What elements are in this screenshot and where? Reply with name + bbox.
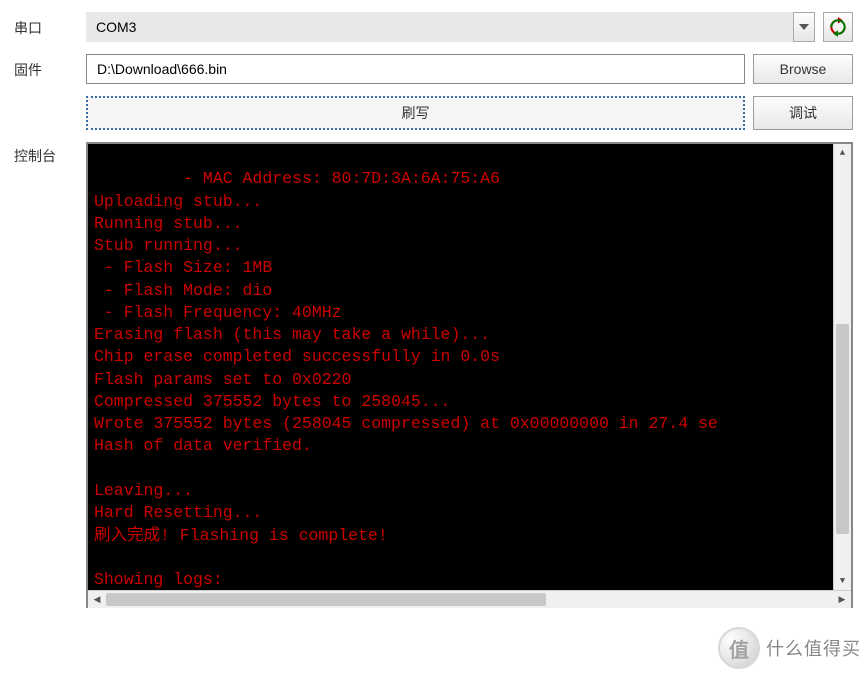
watermark-text: 什么值得买 (766, 635, 861, 661)
console-output[interactable]: - MAC Address: 80:7D:3A:6A:75:A6 Uploadi… (88, 144, 851, 590)
scroll-right-icon[interactable]: ▶ (833, 591, 851, 608)
port-select-value: COM3 (96, 19, 136, 35)
refresh-port-button[interactable] (823, 12, 853, 42)
vertical-scrollbar[interactable]: ▲ ▼ (833, 144, 851, 590)
console-container: - MAC Address: 80:7D:3A:6A:75:A6 Uploadi… (86, 142, 853, 608)
firmware-label: 固件 (14, 58, 74, 80)
watermark: 值 什么值得买 (718, 627, 861, 669)
port-select[interactable]: COM3 (86, 12, 815, 42)
scrollbar-thumb[interactable] (836, 324, 849, 534)
scroll-left-icon[interactable]: ◀ (88, 591, 106, 608)
flash-button[interactable]: 刷写 (86, 96, 745, 130)
dropdown-arrow-icon (793, 12, 815, 42)
scroll-up-icon[interactable]: ▲ (834, 144, 851, 162)
browse-button[interactable]: Browse (753, 54, 853, 84)
hscrollbar-thumb[interactable] (106, 593, 546, 606)
debug-button[interactable]: 调试 (753, 96, 853, 130)
firmware-path-input[interactable] (86, 54, 745, 84)
console-label: 控制台 (14, 142, 74, 166)
horizontal-scrollbar[interactable]: ◀ ▶ (88, 590, 851, 608)
scroll-down-icon[interactable]: ▼ (834, 572, 851, 590)
watermark-badge-icon: 值 (718, 627, 760, 669)
refresh-icon (828, 17, 848, 37)
port-label: 串口 (14, 16, 74, 38)
